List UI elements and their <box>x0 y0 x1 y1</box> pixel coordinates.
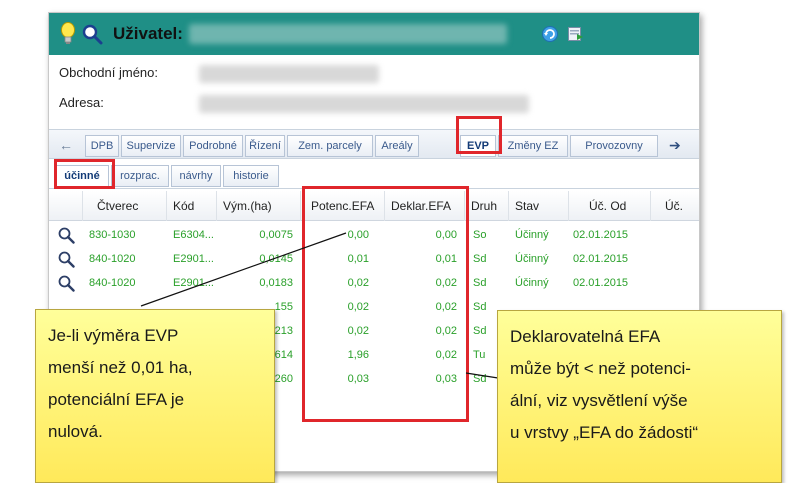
cell-ctverec: 830-1030 <box>89 228 136 241</box>
right-callout-line: ální, viz vysvětlení výše <box>510 391 688 410</box>
right-callout: Deklarovatelná EFA může být < než potenc… <box>497 310 782 483</box>
right-callout-line: Deklarovatelná EFA <box>510 327 661 346</box>
cell-kod: E2901... <box>173 276 214 289</box>
cell-vymera: 0,0145 <box>259 252 293 265</box>
subtab-rozprac[interactable]: rozprac. <box>111 165 169 187</box>
cell-uc-od: 02.01.2015 <box>573 276 629 289</box>
user-name-redacted <box>188 24 507 44</box>
row-magnifier-icon[interactable] <box>57 226 75 244</box>
column-header-druh[interactable]: Druh <box>465 191 509 221</box>
magnifier-icon[interactable] <box>81 23 103 45</box>
left-callout: Je-li výměra EVP menší než 0,01 ha, pote… <box>35 309 275 483</box>
highlight-efa-columns <box>302 186 469 422</box>
cell-uc-od: 02.01.2015 <box>573 252 629 265</box>
cell-kod: E6304... <box>173 228 214 241</box>
tabs-prev-arrow-icon[interactable]: ← <box>59 137 73 153</box>
right-callout-line: může být < než potenci- <box>510 359 691 378</box>
cell-vymera: 0,0075 <box>259 228 293 241</box>
cell-stav: Účinný <box>515 276 549 289</box>
cell-ctverec: 840-1020 <box>89 276 136 289</box>
user-title-label: Uživatel: <box>113 24 183 43</box>
tab-zem-parcely[interactable]: Zem. parcely <box>287 135 373 157</box>
subtab-navrhy[interactable]: návrhy <box>171 165 221 187</box>
cell-stav: Účinný <box>515 228 549 241</box>
cell-druh: So <box>473 228 487 241</box>
main-tab-bar: ← DPB Supervize Podrobné Řízení Zem. par… <box>49 129 699 159</box>
cell-uc-od: 02.01.2015 <box>573 228 629 241</box>
tab-supervize[interactable]: Supervize <box>121 135 181 157</box>
left-callout-line: potenciální EFA je <box>48 390 185 409</box>
business-name-value-redacted <box>199 65 379 83</box>
tab-zmeny-ez[interactable]: Změny EZ <box>498 135 568 157</box>
left-callout-line: nulová. <box>48 422 103 441</box>
title-bar: Uživatel: <box>49 13 699 55</box>
tab-dpb[interactable]: DPB <box>85 135 119 157</box>
address-value-redacted <box>199 95 529 113</box>
cell-vymera: 0,0183 <box>259 276 293 289</box>
subtab-historie[interactable]: historie <box>223 165 279 187</box>
tab-arealy[interactable]: Areály <box>375 135 419 157</box>
row-magnifier-icon[interactable] <box>57 250 75 268</box>
tabs-next-arrow-icon[interactable]: ➔ <box>669 137 681 154</box>
header-spacer <box>49 191 83 221</box>
cell-ctverec: 840-1020 <box>89 252 136 265</box>
cell-druh: Sd <box>473 276 487 289</box>
export-icon[interactable] <box>567 25 585 43</box>
refresh-icon[interactable] <box>541 25 559 43</box>
left-callout-line: menší než 0,01 ha, <box>48 358 193 377</box>
cell-stav: Účinný <box>515 252 549 265</box>
column-header-ctverec[interactable]: Čtverec <box>83 191 167 221</box>
highlight-tab-evp <box>456 116 502 154</box>
row-magnifier-icon[interactable] <box>57 274 75 292</box>
cell-druh: Sd <box>473 252 487 265</box>
address-label: Adresa: <box>59 95 104 110</box>
left-callout-line: Je-li výměra EVP <box>48 326 179 345</box>
right-callout-line: u vrstvy „EFA do žádosti“ <box>510 423 699 442</box>
highlight-subtab-ucinne <box>54 159 115 189</box>
tab-podrobne[interactable]: Podrobné <box>183 135 243 157</box>
column-header-vymera[interactable]: Vým.(ha) <box>217 191 301 221</box>
column-header-uc-do[interactable]: Úč. <box>651 191 699 221</box>
column-header-uc-od[interactable]: Úč. Od <box>569 191 651 221</box>
tab-provozovny[interactable]: Provozovny <box>570 135 658 157</box>
column-header-kod[interactable]: Kód <box>167 191 217 221</box>
business-name-label: Obchodní jméno: <box>59 65 159 80</box>
tab-rizeni[interactable]: Řízení <box>245 135 285 157</box>
cell-kod: E2901... <box>173 252 214 265</box>
lightbulb-icon[interactable] <box>59 21 77 47</box>
column-header-stav[interactable]: Stav <box>509 191 569 221</box>
